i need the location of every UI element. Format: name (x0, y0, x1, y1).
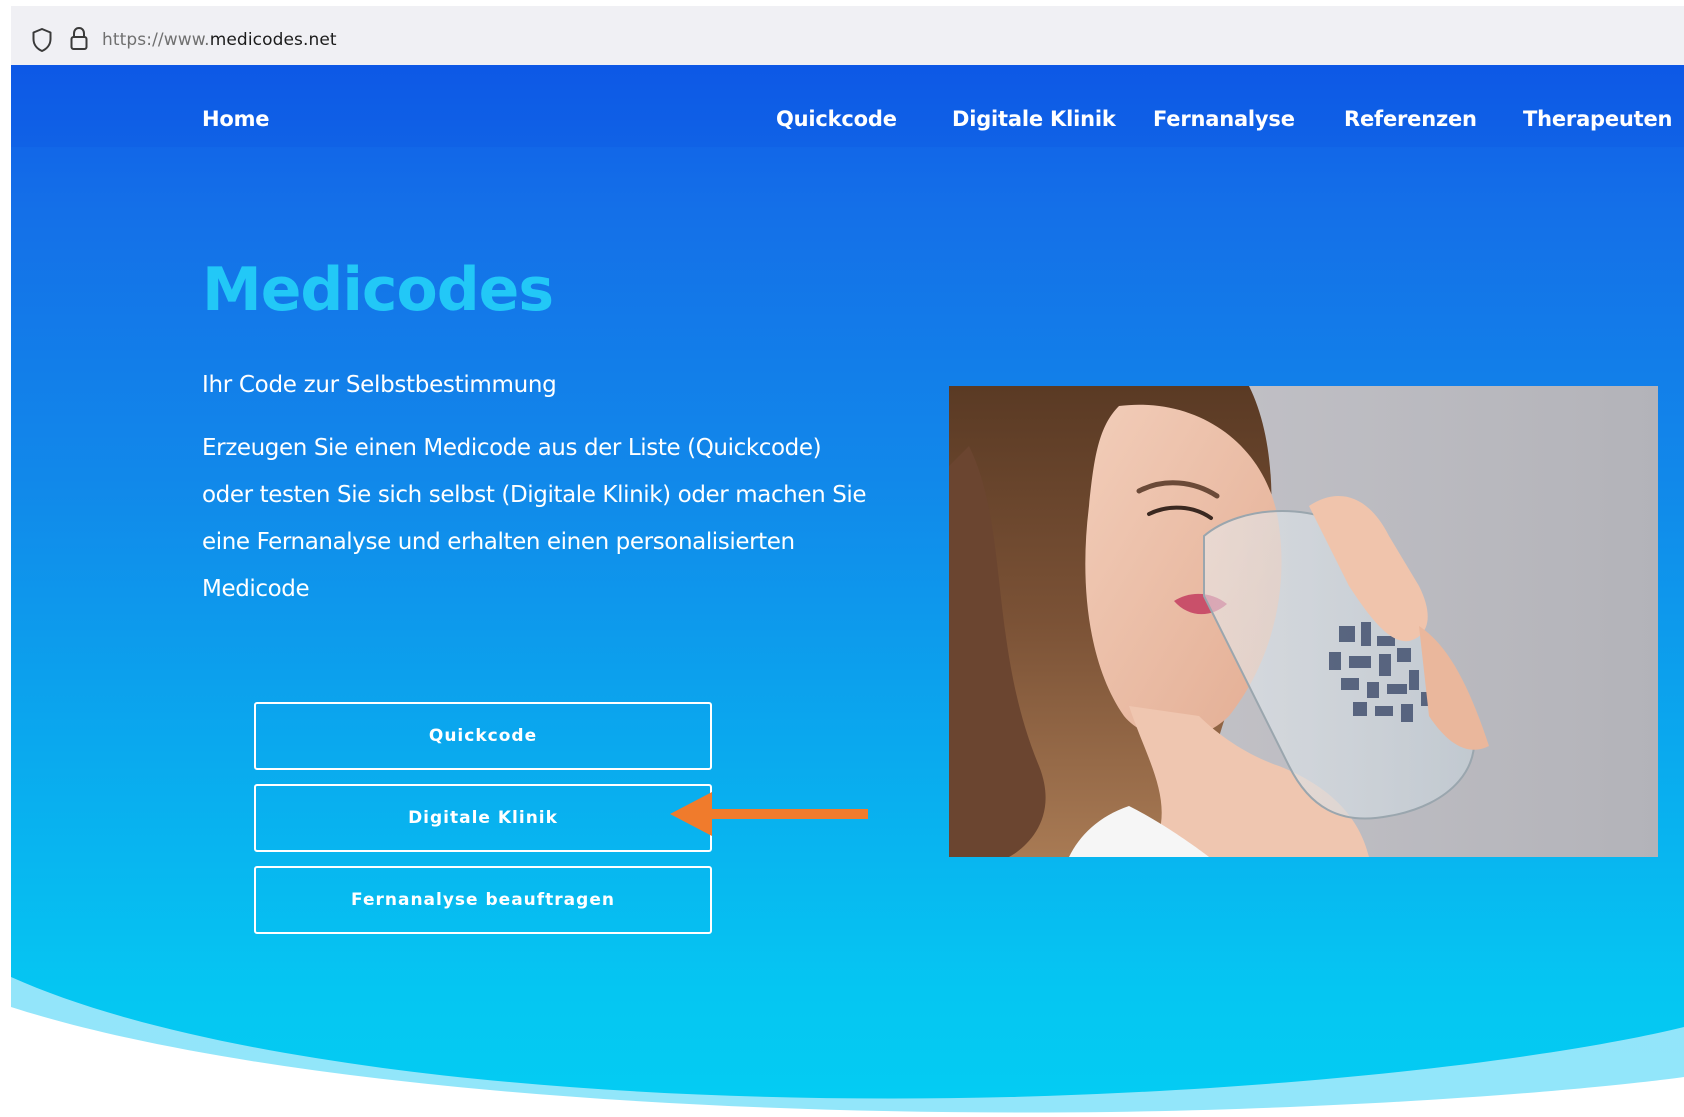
url-field[interactable]: https://www.medicodes.net (102, 30, 337, 50)
url-domain: medicodes.net (209, 30, 337, 50)
page-subtitle: Ihr Code zur Selbstbestimmung (202, 372, 557, 398)
description-line: eine Fernanalyse und erhalten einen pers… (202, 529, 795, 555)
nav-referenzen[interactable]: Referenzen (1344, 107, 1477, 131)
nav-home[interactable]: Home (202, 107, 270, 131)
digitale-klinik-button[interactable]: Digitale Klinik (254, 784, 712, 852)
top-navigation: Home Quickcode Digitale Klinik Fernanaly… (11, 65, 1684, 147)
description-line: Medicode (202, 576, 310, 602)
arrow-left-annotation-icon (670, 792, 868, 836)
url-protocol: https://www. (102, 30, 210, 50)
description-line: oder testen Sie sich selbst (Digitale Kl… (202, 482, 867, 508)
fernanalyse-beauftragen-button[interactable]: Fernanalyse beauftragen (254, 866, 712, 934)
nav-therapeuten[interactable]: Therapeuten (1523, 107, 1673, 131)
nav-quickcode[interactable]: Quickcode (776, 107, 897, 131)
nav-digitale-klinik[interactable]: Digitale Klinik (952, 107, 1116, 131)
hero-description: Erzeugen Sie einen Medicode aus der List… (202, 425, 922, 613)
browser-address-bar[interactable]: https://www.medicodes.net (11, 0, 1684, 65)
description-line: Erzeugen Sie einen Medicode aus der List… (202, 435, 822, 461)
hero-photo-woman-drinking-water (949, 386, 1658, 857)
lock-icon[interactable] (68, 26, 90, 52)
quickcode-button[interactable]: Quickcode (254, 702, 712, 770)
bottom-wave-decoration (11, 977, 1684, 1117)
page-title: Medicodes (202, 255, 554, 325)
shield-icon[interactable] (31, 27, 53, 53)
hero-section: Home Quickcode Digitale Klinik Fernanaly… (11, 65, 1684, 1117)
nav-fernanalyse[interactable]: Fernanalyse (1153, 107, 1295, 131)
